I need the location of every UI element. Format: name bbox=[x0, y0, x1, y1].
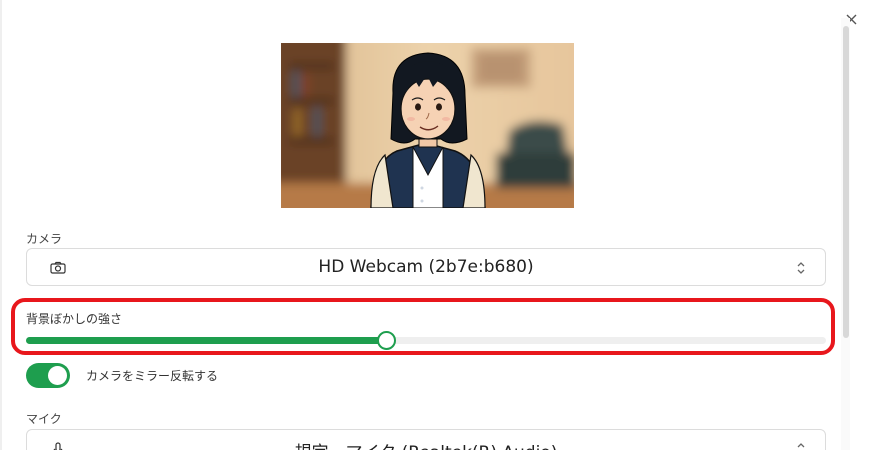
blur-slider-thumb[interactable] bbox=[377, 331, 396, 350]
camera-preview-image bbox=[281, 43, 574, 208]
microphone-select[interactable]: 規定 - マイク (Realtek(R) Audio) bbox=[26, 429, 826, 450]
blur-slider-fill bbox=[26, 337, 386, 344]
toggle-knob bbox=[48, 366, 67, 385]
camera-preview bbox=[281, 43, 574, 208]
chevron-up-down-icon bbox=[797, 262, 805, 274]
camera-select-value: HD Webcam (2b7e:b680) bbox=[318, 257, 534, 277]
blur-strength-slider[interactable] bbox=[26, 331, 826, 350]
highlight-annotation bbox=[11, 298, 835, 355]
microphone-label: マイク bbox=[26, 412, 62, 426]
microphone-select-value: 規定 - マイク (Realtek(R) Audio) bbox=[27, 438, 825, 450]
camera-label: カメラ bbox=[26, 232, 63, 246]
panel-left-edge bbox=[0, 0, 2, 450]
mirror-toggle[interactable] bbox=[26, 363, 70, 388]
chevron-up-down-icon bbox=[797, 443, 805, 448]
blur-strength-label: 背景ぼかしの強さ bbox=[26, 312, 123, 326]
camera-select[interactable]: HD Webcam (2b7e:b680) bbox=[26, 248, 826, 286]
camera-settings-panel: カメラ HD Webcam (2b7e:b680) 背景ぼかしの強さ カメラをミ… bbox=[0, 0, 870, 450]
scrollbar-thumb[interactable] bbox=[843, 26, 849, 338]
mirror-toggle-label: カメラをミラー反転する bbox=[86, 369, 219, 383]
